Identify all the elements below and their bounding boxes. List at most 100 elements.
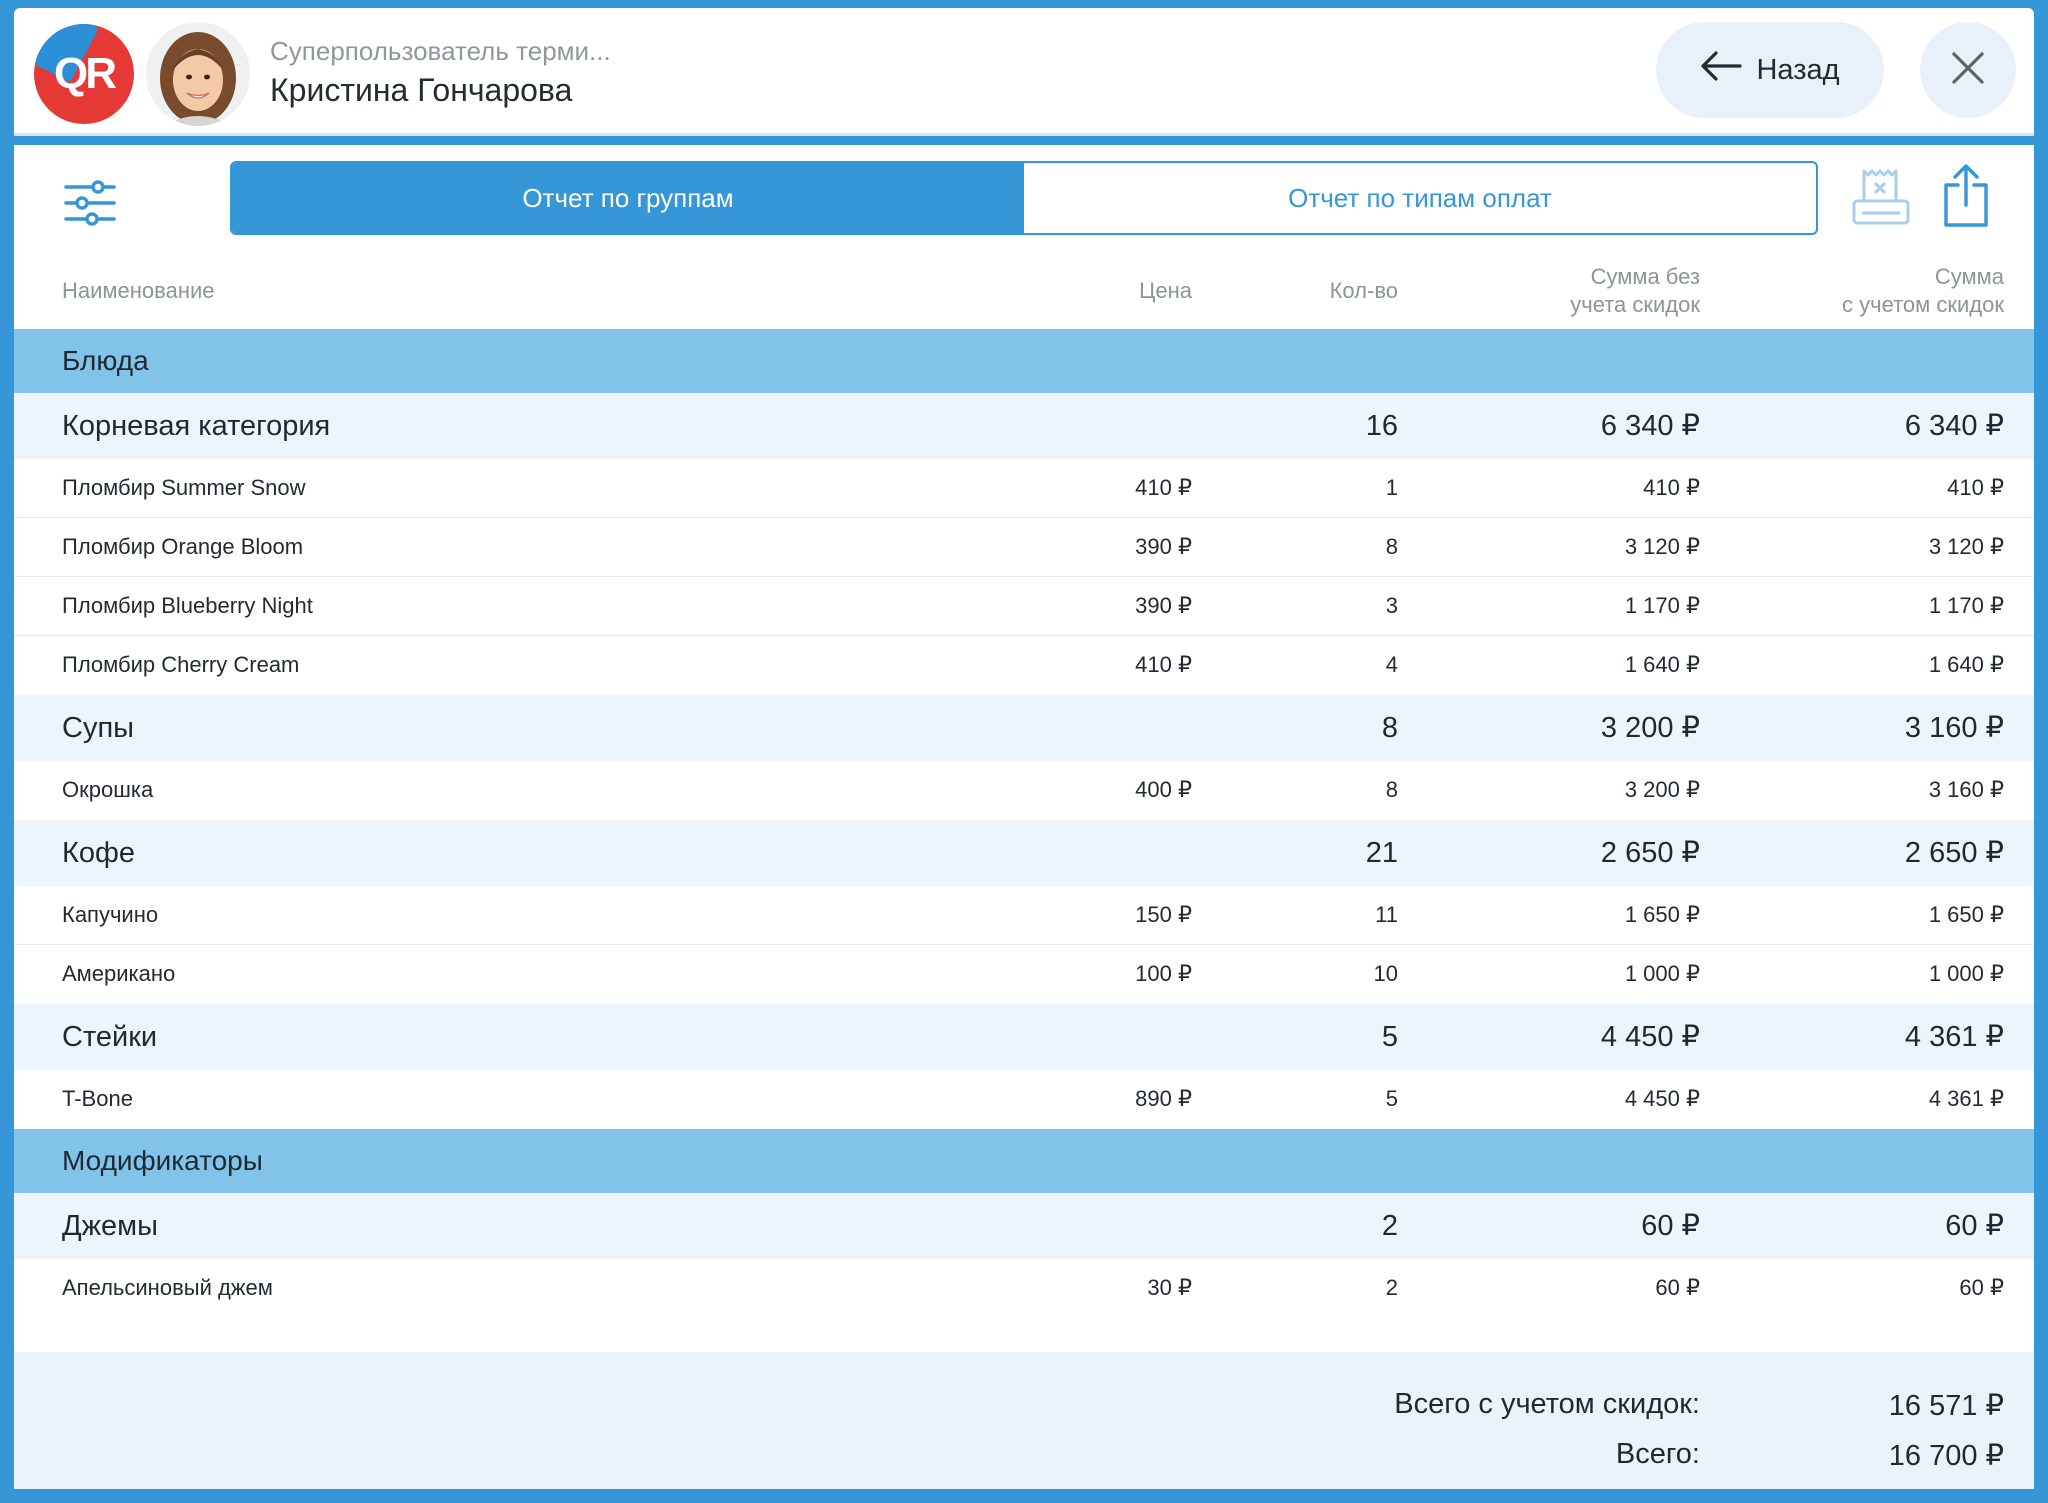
share-button[interactable] <box>1940 163 1992 229</box>
item-discount-sum: 1 170 ₽ <box>1928 593 2004 618</box>
close-button[interactable] <box>1920 22 2016 118</box>
item-discount-sum: 3 120 ₽ <box>1928 534 2004 559</box>
item-price: 890 ₽ <box>1135 1086 1192 1111</box>
group-sum: 6 340 ₽ <box>1600 410 1700 442</box>
group-name: Корневая категория <box>62 410 331 442</box>
item-sum: 1 000 ₽ <box>1624 961 1700 986</box>
group-qty: 16 <box>1365 410 1398 442</box>
item-qty: 5 <box>1385 1086 1398 1111</box>
item-qty: 8 <box>1385 777 1398 802</box>
item-row[interactable]: Пломбир Blueberry Night 390 ₽ 3 1 170 ₽ … <box>14 577 2034 636</box>
item-row[interactable]: T-Bone 890 ₽ 5 4 450 ₽ 4 361 ₽ <box>14 1070 2034 1129</box>
total-label: Всего: <box>1615 1438 1700 1470</box>
item-row[interactable]: Американо 100 ₽ 10 1 000 ₽ 1 000 ₽ <box>14 945 2034 1004</box>
print-receipt-button[interactable] <box>1850 167 1912 229</box>
group-qty: 2 <box>1381 1210 1398 1242</box>
group-discount-sum: 3 160 ₽ <box>1904 712 2004 744</box>
column-sum-header: Сумма без учета скидок <box>1570 263 1700 319</box>
item-name: Пломбир Blueberry Night <box>62 593 313 618</box>
item-sum: 60 ₽ <box>1655 1275 1700 1300</box>
item-name: Американо <box>62 961 176 986</box>
item-qty: 11 <box>1375 902 1398 927</box>
app-window: QR Суперпользователь терми... Кристина Г… <box>0 0 2048 1503</box>
item-sum: 1 170 ₽ <box>1624 593 1700 618</box>
item-name: Капучино <box>62 902 159 927</box>
section-row: Модификаторы <box>14 1129 2034 1193</box>
share-icon <box>1940 164 1992 233</box>
item-name: Окрошка <box>62 777 154 802</box>
item-price: 400 ₽ <box>1135 777 1192 802</box>
section-name: Модификаторы <box>62 1145 263 1176</box>
group-name: Супы <box>62 712 134 744</box>
column-name-header: Наименование <box>62 278 215 303</box>
group-sum: 2 650 ₽ <box>1600 837 1700 869</box>
item-sum: 1 640 ₽ <box>1624 652 1700 677</box>
item-name: Пломбир Orange Bloom <box>62 534 304 559</box>
close-icon <box>1951 51 1985 90</box>
column-sum-header-line1: Сумма без <box>1590 264 1700 289</box>
group-discount-sum: 60 ₽ <box>1945 1210 2004 1242</box>
group-discount-sum: 4 361 ₽ <box>1904 1021 2004 1053</box>
filter-sliders-icon <box>62 180 118 235</box>
item-price: 390 ₽ <box>1135 593 1192 618</box>
report-type-tabs: Отчет по группам Отчет по типам оплат <box>230 161 1818 235</box>
group-name: Стейки <box>62 1021 158 1053</box>
item-name: Апельсиновый джем <box>62 1275 273 1300</box>
item-price: 100 ₽ <box>1135 961 1192 986</box>
total-value: 16 700 ₽ <box>1888 1440 2004 1472</box>
item-row[interactable]: Окрошка 400 ₽ 8 3 200 ₽ 3 160 ₽ <box>14 761 2034 820</box>
item-name: T-Bone <box>62 1086 133 1111</box>
group-sum: 4 450 ₽ <box>1600 1021 1700 1053</box>
item-qty: 8 <box>1385 534 1398 559</box>
user-name: Кристина Гончарова <box>270 72 573 108</box>
item-row[interactable]: Пломбир Orange Bloom 390 ₽ 8 3 120 ₽ 3 1… <box>14 518 2034 577</box>
item-discount-sum: 1 650 ₽ <box>1928 902 2004 927</box>
item-discount-sum: 3 160 ₽ <box>1928 777 2004 802</box>
column-discount-header-line2: с учетом скидок <box>1842 292 2004 317</box>
back-button[interactable]: Назад <box>1656 22 1884 118</box>
item-price: 410 ₽ <box>1135 652 1192 677</box>
column-discount-header-line1: Сумма <box>1934 264 2004 289</box>
item-name: Пломбир Summer Snow <box>62 475 306 500</box>
item-qty: 2 <box>1385 1275 1398 1300</box>
group-row[interactable]: Джемы 2 60 ₽ 60 ₽ <box>14 1193 2034 1259</box>
item-discount-sum: 1 000 ₽ <box>1928 961 2004 986</box>
item-row[interactable]: Пломбир Summer Snow 410 ₽ 1 410 ₽ 410 ₽ <box>14 459 2034 518</box>
item-discount-sum: 410 ₽ <box>1947 475 2004 500</box>
tab-groups-report[interactable]: Отчет по группам <box>232 163 1024 233</box>
item-price: 150 ₽ <box>1135 902 1192 927</box>
back-button-label: Назад <box>1756 53 1840 86</box>
item-row[interactable]: Апельсиновый джем 30 ₽ 2 60 ₽ 60 ₽ <box>14 1259 2034 1318</box>
app-logo: QR <box>34 24 134 124</box>
item-price: 30 ₽ <box>1147 1275 1192 1300</box>
item-discount-sum: 1 640 ₽ <box>1928 652 2004 677</box>
table-header: Наименование Цена Кол-во Сумма без учета… <box>14 253 2034 329</box>
group-row[interactable]: Кофе 21 2 650 ₽ 2 650 ₽ <box>14 820 2034 886</box>
section-name: Блюда <box>62 345 149 376</box>
totals-footer: Всего с учетом скидок: 16 571 ₽ Всего: 1… <box>14 1352 2034 1489</box>
group-qty: 8 <box>1381 712 1398 744</box>
group-sum: 60 ₽ <box>1641 1210 1700 1242</box>
item-qty: 3 <box>1385 593 1398 618</box>
tab-payment-types-report[interactable]: Отчет по типам оплат <box>1024 163 1816 233</box>
receipt-printer-icon <box>1850 169 1912 233</box>
group-row[interactable]: Стейки 5 4 450 ₽ 4 361 ₽ <box>14 1004 2034 1070</box>
total-discounted-label: Всего с учетом скидок: <box>1394 1388 1700 1420</box>
avatar-photo <box>146 22 250 126</box>
logo-text: QR <box>54 49 117 98</box>
group-qty: 21 <box>1365 837 1398 869</box>
item-row[interactable]: Пломбир Cherry Cream 410 ₽ 4 1 640 ₽ 1 6… <box>14 636 2034 695</box>
item-qty: 1 <box>1385 475 1398 500</box>
column-sum-header-line2: учета скидок <box>1570 292 1700 317</box>
item-price: 390 ₽ <box>1135 534 1192 559</box>
group-discount-sum: 2 650 ₽ <box>1904 837 2004 869</box>
item-name: Пломбир Cherry Cream <box>62 652 300 677</box>
item-sum: 1 650 ₽ <box>1624 902 1700 927</box>
item-sum: 410 ₽ <box>1643 475 1700 500</box>
item-price: 410 ₽ <box>1135 475 1192 500</box>
item-row[interactable]: Капучино 150 ₽ 11 1 650 ₽ 1 650 ₽ <box>14 886 2034 945</box>
filter-button[interactable] <box>62 175 118 231</box>
section-row: Блюда <box>14 329 2034 393</box>
group-row[interactable]: Супы 8 3 200 ₽ 3 160 ₽ <box>14 695 2034 761</box>
group-row[interactable]: Корневая категория 16 6 340 ₽ 6 340 ₽ <box>14 393 2034 459</box>
